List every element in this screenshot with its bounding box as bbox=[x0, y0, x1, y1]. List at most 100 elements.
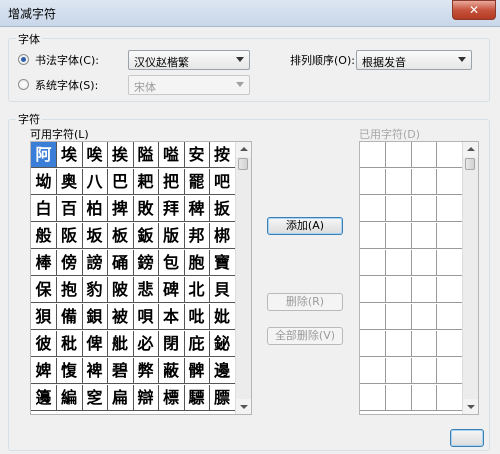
used-char-cell[interactable] bbox=[411, 304, 437, 330]
char-cell[interactable]: 包 bbox=[158, 250, 185, 276]
char-cell[interactable]: 碧 bbox=[107, 358, 134, 384]
char-cell[interactable]: 豹 bbox=[82, 277, 108, 303]
used-char-cell[interactable] bbox=[385, 304, 412, 330]
used-char-cell[interactable] bbox=[436, 196, 463, 222]
char-cell[interactable]: 拜 bbox=[158, 196, 185, 222]
char-cell[interactable]: 寶 bbox=[209, 250, 236, 276]
scroll-down-icon[interactable] bbox=[236, 399, 251, 414]
char-cell[interactable]: 白 bbox=[31, 196, 57, 222]
used-char-cell[interactable] bbox=[436, 385, 463, 411]
char-cell[interactable]: 籩 bbox=[31, 385, 57, 411]
char-cell[interactable]: 悲 bbox=[133, 277, 159, 303]
char-cell[interactable]: 扳 bbox=[209, 196, 236, 222]
char-cell[interactable]: 秕 bbox=[56, 331, 83, 357]
used-char-cell[interactable] bbox=[360, 385, 386, 411]
char-cell[interactable]: 被 bbox=[107, 304, 134, 330]
char-cell[interactable]: 嗌 bbox=[158, 142, 185, 168]
char-cell[interactable]: 耙 bbox=[133, 169, 159, 195]
char-cell[interactable]: 把 bbox=[158, 169, 185, 195]
char-cell[interactable]: 弊 bbox=[133, 358, 159, 384]
char-cell[interactable]: 般 bbox=[31, 223, 57, 249]
char-cell[interactable]: 隘 bbox=[133, 142, 159, 168]
ok-button[interactable] bbox=[450, 429, 484, 447]
char-cell[interactable]: 妣 bbox=[209, 304, 236, 330]
char-cell[interactable]: 百 bbox=[56, 196, 83, 222]
char-cell[interactable]: 硧 bbox=[107, 250, 134, 276]
used-char-cell[interactable] bbox=[411, 331, 437, 357]
char-cell[interactable]: 標 bbox=[158, 385, 185, 411]
char-cell[interactable]: 傍 bbox=[56, 250, 83, 276]
used-char-cell[interactable] bbox=[385, 196, 412, 222]
char-cell[interactable]: 貝 bbox=[209, 277, 236, 303]
used-char-cell[interactable] bbox=[360, 358, 386, 384]
char-cell[interactable]: 坳 bbox=[31, 169, 57, 195]
used-char-cell[interactable] bbox=[360, 304, 386, 330]
used-char-cell[interactable] bbox=[360, 331, 386, 357]
sort-order-select[interactable]: 根据发音 bbox=[356, 50, 472, 70]
used-char-cell[interactable] bbox=[385, 223, 412, 249]
char-cell[interactable]: 稗 bbox=[184, 196, 210, 222]
char-cell[interactable]: 彼 bbox=[31, 331, 57, 357]
char-cell[interactable]: 敗 bbox=[133, 196, 159, 222]
used-char-cell[interactable] bbox=[411, 223, 437, 249]
char-cell[interactable]: 裨 bbox=[82, 358, 108, 384]
char-cell[interactable]: 邊 bbox=[209, 358, 236, 384]
char-cell[interactable]: 胞 bbox=[184, 250, 210, 276]
char-cell[interactable]: 罷 bbox=[184, 169, 210, 195]
close-button[interactable]: ✕ bbox=[452, 0, 496, 20]
char-cell[interactable]: 棒 bbox=[31, 250, 57, 276]
char-cell[interactable]: 吡 bbox=[184, 304, 210, 330]
used-char-cell[interactable] bbox=[411, 169, 437, 195]
used-char-cell[interactable] bbox=[385, 277, 412, 303]
char-cell[interactable]: 北 bbox=[184, 277, 210, 303]
used-char-cell[interactable] bbox=[436, 142, 463, 168]
char-cell[interactable]: 挨 bbox=[107, 142, 134, 168]
char-cell[interactable]: 版 bbox=[158, 223, 185, 249]
used-char-cell[interactable] bbox=[436, 250, 463, 276]
char-cell[interactable]: 阪 bbox=[56, 223, 83, 249]
char-cell[interactable]: 舭 bbox=[107, 331, 134, 357]
char-cell[interactable]: 奥 bbox=[56, 169, 83, 195]
used-char-cell[interactable] bbox=[385, 385, 412, 411]
char-cell[interactable]: 捭 bbox=[107, 196, 134, 222]
used-char-cell[interactable] bbox=[385, 250, 412, 276]
char-cell[interactable]: 窆 bbox=[82, 385, 108, 411]
char-cell[interactable]: 阿 bbox=[31, 142, 57, 168]
char-cell[interactable]: 坂 bbox=[82, 223, 108, 249]
char-cell[interactable]: 保 bbox=[31, 277, 57, 303]
used-char-cell[interactable] bbox=[385, 331, 412, 357]
used-char-cell[interactable] bbox=[411, 358, 437, 384]
char-cell[interactable]: 婢 bbox=[31, 358, 57, 384]
char-cell[interactable]: 邦 bbox=[184, 223, 210, 249]
used-char-cell[interactable] bbox=[411, 142, 437, 168]
char-cell[interactable]: 本 bbox=[158, 304, 185, 330]
char-cell[interactable]: 抱 bbox=[56, 277, 83, 303]
char-cell[interactable]: 閉 bbox=[158, 331, 185, 357]
char-cell[interactable]: 鎊 bbox=[133, 250, 159, 276]
scroll-up-icon[interactable] bbox=[236, 142, 251, 157]
used-char-cell[interactable] bbox=[436, 358, 463, 384]
used-scrollbar[interactable] bbox=[462, 142, 478, 414]
char-cell[interactable]: 膘 bbox=[209, 385, 236, 411]
available-scrollbar[interactable] bbox=[235, 142, 251, 414]
char-cell[interactable]: 吧 bbox=[209, 169, 236, 195]
used-char-cell[interactable] bbox=[436, 304, 463, 330]
used-char-cell[interactable] bbox=[385, 142, 412, 168]
used-char-cell[interactable] bbox=[411, 196, 437, 222]
char-cell[interactable]: 碑 bbox=[158, 277, 185, 303]
char-cell[interactable]: 庇 bbox=[184, 331, 210, 357]
char-cell[interactable]: 辯 bbox=[133, 385, 159, 411]
char-cell[interactable]: 蔽 bbox=[158, 358, 185, 384]
used-char-cell[interactable] bbox=[385, 358, 412, 384]
char-cell[interactable]: 梆 bbox=[209, 223, 236, 249]
char-cell[interactable]: 埃 bbox=[56, 142, 83, 168]
char-cell[interactable]: 謗 bbox=[82, 250, 108, 276]
char-cell[interactable]: 板 bbox=[107, 223, 134, 249]
char-cell[interactable]: 髀 bbox=[184, 358, 210, 384]
used-char-cell[interactable] bbox=[436, 331, 463, 357]
char-cell[interactable]: 唄 bbox=[133, 304, 159, 330]
used-char-cell[interactable] bbox=[360, 277, 386, 303]
used-char-cell[interactable] bbox=[411, 277, 437, 303]
char-cell[interactable]: 俾 bbox=[82, 331, 108, 357]
char-cell[interactable]: 柏 bbox=[82, 196, 108, 222]
